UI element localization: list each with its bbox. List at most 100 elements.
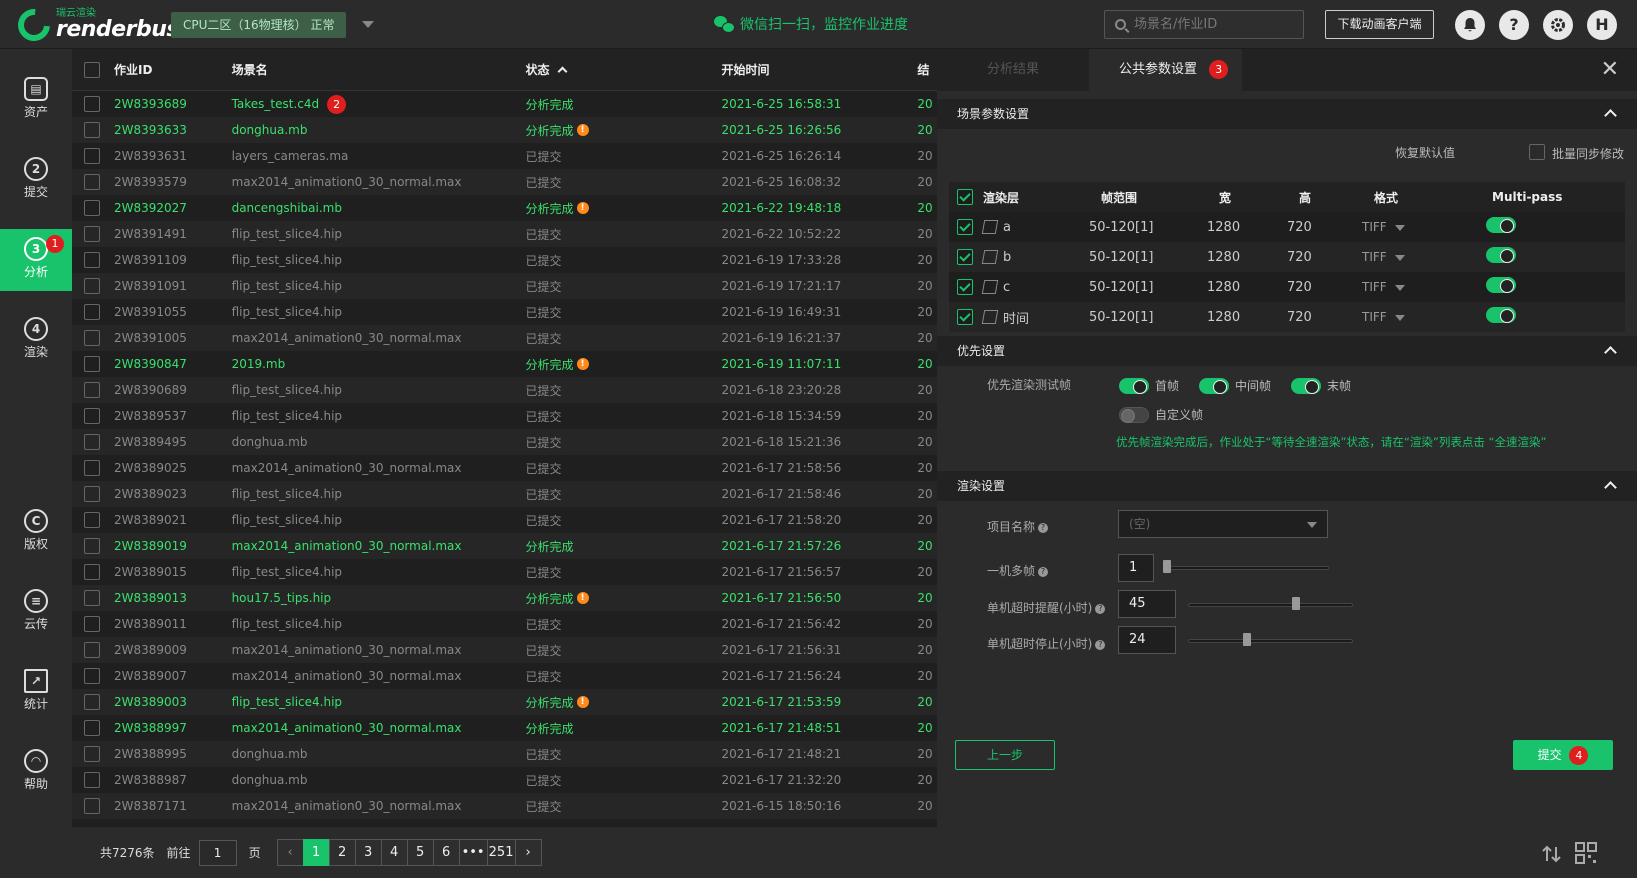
scene-name-cell[interactable]: Takes_test.c4d 2	[232, 94, 526, 114]
job-id-cell[interactable]: 2W8391491	[114, 227, 232, 241]
table-row[interactable]: 2W8388995 donghua.mb 已提交 2021-6-17 21:48:21…	[72, 741, 937, 767]
chevron-down-icon[interactable]	[362, 21, 374, 28]
multipass-toggle[interactable]	[1486, 307, 1516, 323]
col-end-time[interactable]: 结	[917, 61, 937, 78]
info-icon[interactable]: ?	[1095, 603, 1106, 614]
table-row[interactable]: 2W8389009 max2014_animation0_30_normal.ma…	[72, 637, 937, 663]
prev-step-button[interactable]: 上一步	[955, 740, 1055, 770]
page-button[interactable]: •••	[458, 839, 488, 866]
help-question-icon[interactable]: ?	[1499, 10, 1529, 40]
multipass-toggle[interactable]	[1486, 277, 1516, 293]
page-button[interactable]: 3	[354, 839, 382, 866]
submit-button[interactable]: 提交 4	[1513, 740, 1613, 770]
scene-name-cell[interactable]: flip_test_slice4.hip	[232, 253, 526, 267]
col-scene-name[interactable]: 场景名	[232, 61, 526, 78]
job-id-cell[interactable]: 2W8389025	[114, 461, 232, 475]
row-checkbox[interactable]	[84, 486, 100, 502]
row-checkbox[interactable]	[84, 590, 100, 606]
row-checkbox[interactable]	[84, 382, 100, 398]
height-cell[interactable]: 720	[1287, 310, 1362, 325]
timeout-stop-slider[interactable]	[1188, 633, 1353, 646]
table-row[interactable]: 2W8391005 max2014_animation0_30_normal.ma…	[72, 325, 937, 351]
timeout-warn-slider[interactable]	[1188, 597, 1353, 610]
format-select[interactable]: TIFF	[1362, 220, 1480, 234]
chevron-up-icon[interactable]	[1604, 109, 1617, 122]
height-cell[interactable]: 720	[1287, 280, 1362, 295]
scene-name-cell[interactable]: flip_test_slice4.hip	[232, 383, 526, 397]
scene-name-cell[interactable]: donghua.mb	[232, 747, 526, 761]
multipass-toggle[interactable]	[1486, 217, 1516, 233]
job-id-cell[interactable]: 2W8391091	[114, 279, 232, 293]
job-id-cell[interactable]: 2W8389013	[114, 591, 232, 605]
job-id-cell[interactable]: 2W8390689	[114, 383, 232, 397]
job-id-cell[interactable]: 2W8389007	[114, 669, 232, 683]
scene-name-cell[interactable]: donghua.mb	[232, 773, 526, 787]
job-id-cell[interactable]: 2W8388987	[114, 773, 232, 787]
height-cell[interactable]: 720	[1287, 220, 1362, 235]
sort-up-icon[interactable]	[557, 66, 567, 77]
table-row[interactable]: 2W8393631 layers_cameras.ma 已提交 2021-6-25 1…	[72, 143, 937, 169]
row-checkbox[interactable]	[84, 642, 100, 658]
row-checkbox[interactable]	[84, 330, 100, 346]
row-checkbox[interactable]	[84, 408, 100, 424]
width-cell[interactable]: 1280	[1207, 220, 1287, 235]
qr-code-icon[interactable]	[1575, 842, 1597, 864]
tab-analysis-result[interactable]: 分析结果	[937, 49, 1089, 91]
warning-icon[interactable]: !	[576, 696, 589, 708]
table-row[interactable]: 2W8393579 max2014_animation0_30_normal.ma…	[72, 169, 937, 195]
page-button[interactable]: 4	[380, 839, 408, 866]
job-id-cell[interactable]: 2W8387171	[114, 799, 232, 813]
job-id-cell[interactable]: 2W8388997	[114, 721, 232, 735]
col-job-id[interactable]: 作业ID	[114, 61, 232, 78]
table-row[interactable]: 2W8389015 flip_test_slice4.hip 已提交 2021-6-1…	[72, 559, 937, 585]
priority-section-header[interactable]: 优先设置	[937, 336, 1637, 366]
gear-icon[interactable]	[1543, 10, 1573, 40]
batch-sync-checkbox[interactable]	[1529, 144, 1545, 160]
row-checkbox[interactable]	[84, 746, 100, 762]
scene-name-cell[interactable]: max2014_animation0_30_normal.max	[232, 799, 526, 813]
info-icon[interactable]: ?	[1038, 566, 1049, 577]
table-row[interactable]: 2W8389495 donghua.mb 已提交 2021-6-18 15:21:36…	[72, 429, 937, 455]
table-row[interactable]: 2W8389003 flip_test_slice4.hip 分析完成! 2021-6…	[72, 689, 937, 715]
row-checkbox[interactable]	[84, 174, 100, 190]
scene-name-cell[interactable]: flip_test_slice4.hip	[232, 487, 526, 501]
table-row[interactable]: 2W8391491 flip_test_slice4.hip 已提交 2021-6-2…	[72, 221, 937, 247]
row-checkbox[interactable]	[84, 226, 100, 242]
table-row[interactable]: 2W8393689 Takes_test.c4d 2 分析完成 2021-6-25 16…	[72, 91, 937, 117]
tab-common-params[interactable]: 公共参数设置 3	[1089, 49, 1243, 91]
job-id-cell[interactable]: 2W8390847	[114, 357, 232, 371]
scene-name-cell[interactable]: flip_test_slice4.hip	[232, 227, 526, 241]
table-row[interactable]: 2W8389007 max2014_animation0_30_normal.ma…	[72, 663, 937, 689]
restore-default-link[interactable]: 恢复默认值	[1395, 144, 1455, 161]
sidebar-item-help[interactable]: ◠ 帮助	[0, 741, 72, 803]
scene-name-cell[interactable]: hou17.5_tips.hip	[232, 591, 526, 605]
scene-params-section-header[interactable]: 场景参数设置	[937, 99, 1637, 129]
info-icon[interactable]: ?	[1038, 522, 1049, 533]
warning-icon[interactable]: !	[576, 592, 589, 604]
scene-name-cell[interactable]: flip_test_slice4.hip	[232, 513, 526, 527]
scene-name-cell[interactable]: max2014_animation0_30_normal.max	[232, 175, 526, 189]
sidebar-item-copyright[interactable]: C 版权	[0, 501, 72, 563]
middle-frame-toggle[interactable]	[1199, 377, 1230, 394]
scene-name-cell[interactable]: flip_test_slice4.hip	[232, 409, 526, 423]
table-row[interactable]: 2W8389011 flip_test_slice4.hip 已提交 2021-6-1…	[72, 611, 937, 637]
row-checkbox[interactable]	[84, 564, 100, 580]
scene-name-cell[interactable]: max2014_animation0_30_normal.max	[232, 721, 526, 735]
job-id-cell[interactable]: 2W8391005	[114, 331, 232, 345]
layer-row[interactable]: c 50-120[1] 1280 720 TIFF	[949, 272, 1625, 302]
row-checkbox[interactable]	[84, 252, 100, 268]
bell-icon[interactable]	[1455, 10, 1485, 40]
row-checkbox[interactable]	[84, 356, 100, 372]
job-id-cell[interactable]: 2W8392027	[114, 201, 232, 215]
table-row[interactable]: 2W8391055 flip_test_slice4.hip 已提交 2021-6-1…	[72, 299, 937, 325]
user-avatar[interactable]: H	[1587, 10, 1617, 40]
select-all-checkbox[interactable]	[84, 61, 100, 78]
col-start-time[interactable]: 开始时间	[721, 61, 917, 78]
job-id-cell[interactable]: 2W8391109	[114, 253, 232, 267]
job-id-cell[interactable]: 2W8393579	[114, 175, 232, 189]
table-row[interactable]: 2W8388997 max2014_animation0_30_normal.ma…	[72, 715, 937, 741]
scene-name-cell[interactable]: max2014_animation0_30_normal.max	[232, 669, 526, 683]
layer-checkbox[interactable]	[957, 249, 973, 265]
select-all-layers-checkbox[interactable]	[957, 189, 973, 205]
cpu-zone-select[interactable]: CPU二区（16物理核） 正常	[171, 12, 347, 38]
